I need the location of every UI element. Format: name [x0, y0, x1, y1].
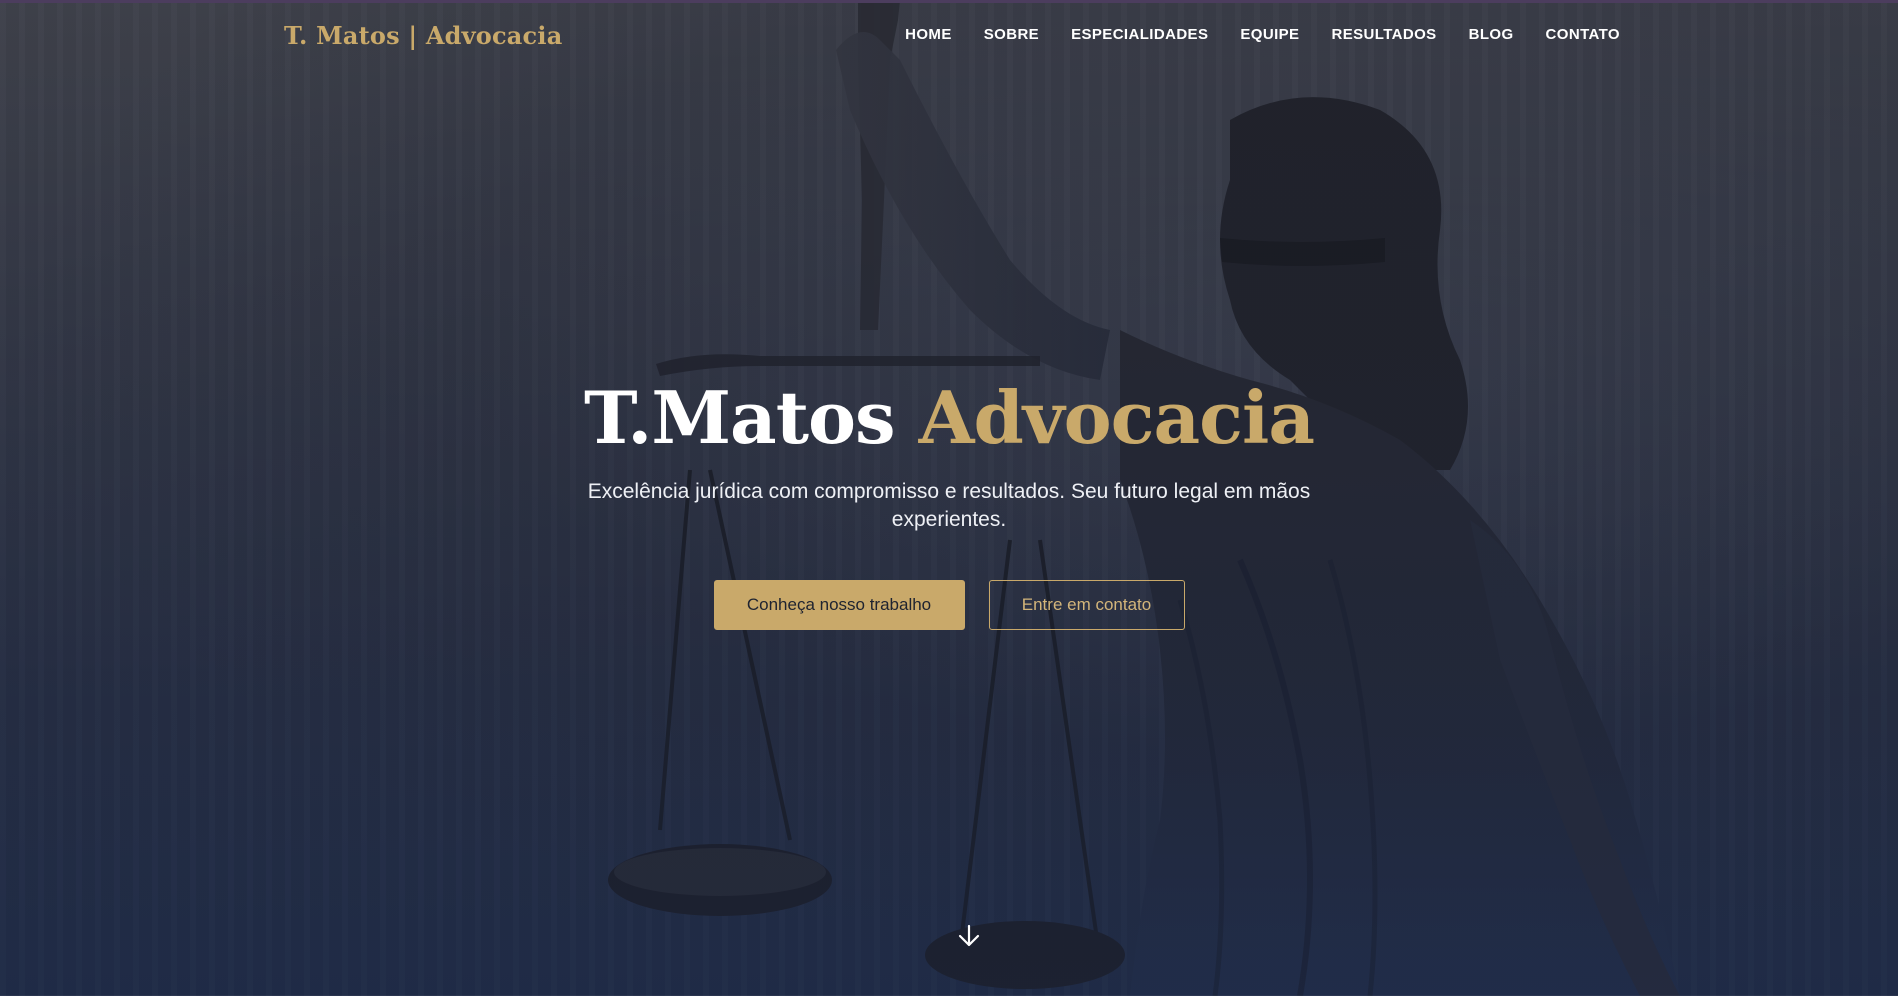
hero-actions: Conheça nosso trabalho Entre em contato	[0, 580, 1898, 630]
hero-title-main: T.Matos	[583, 375, 896, 460]
nav-item-equipe[interactable]: EQUIPE	[1240, 26, 1299, 43]
top-navigation: T. Matos | Advocacia HOME SOBRE ESPECIAL…	[0, 0, 1898, 72]
arrow-down-icon[interactable]	[955, 922, 983, 950]
site-logo[interactable]: T. Matos | Advocacia	[284, 21, 562, 50]
nav-item-sobre[interactable]: SOBRE	[984, 26, 1039, 43]
hero-title-accent: Advocacia	[918, 375, 1315, 460]
nav-item-home[interactable]: HOME	[905, 26, 952, 43]
nav-item-contato[interactable]: CONTATO	[1546, 26, 1620, 43]
nav-item-especialidades[interactable]: ESPECIALIDADES	[1071, 26, 1208, 43]
nav-item-blog[interactable]: BLOG	[1469, 26, 1514, 43]
hero-content: T.Matos Advocacia Excelência jurídica co…	[0, 372, 1898, 630]
main-menu: HOME SOBRE ESPECIALIDADES EQUIPE RESULTA…	[905, 26, 1620, 43]
entre-em-contato-button[interactable]: Entre em contato	[988, 580, 1185, 630]
conheca-trabalho-button[interactable]: Conheça nosso trabalho	[713, 580, 965, 630]
hero-title: T.Matos Advocacia	[0, 372, 1898, 464]
hero-section: T. Matos | Advocacia HOME SOBRE ESPECIAL…	[0, 0, 1898, 996]
hero-subtitle: Excelência jurídica com compromisso e re…	[587, 480, 1311, 531]
nav-item-resultados[interactable]: RESULTADOS	[1331, 26, 1436, 43]
